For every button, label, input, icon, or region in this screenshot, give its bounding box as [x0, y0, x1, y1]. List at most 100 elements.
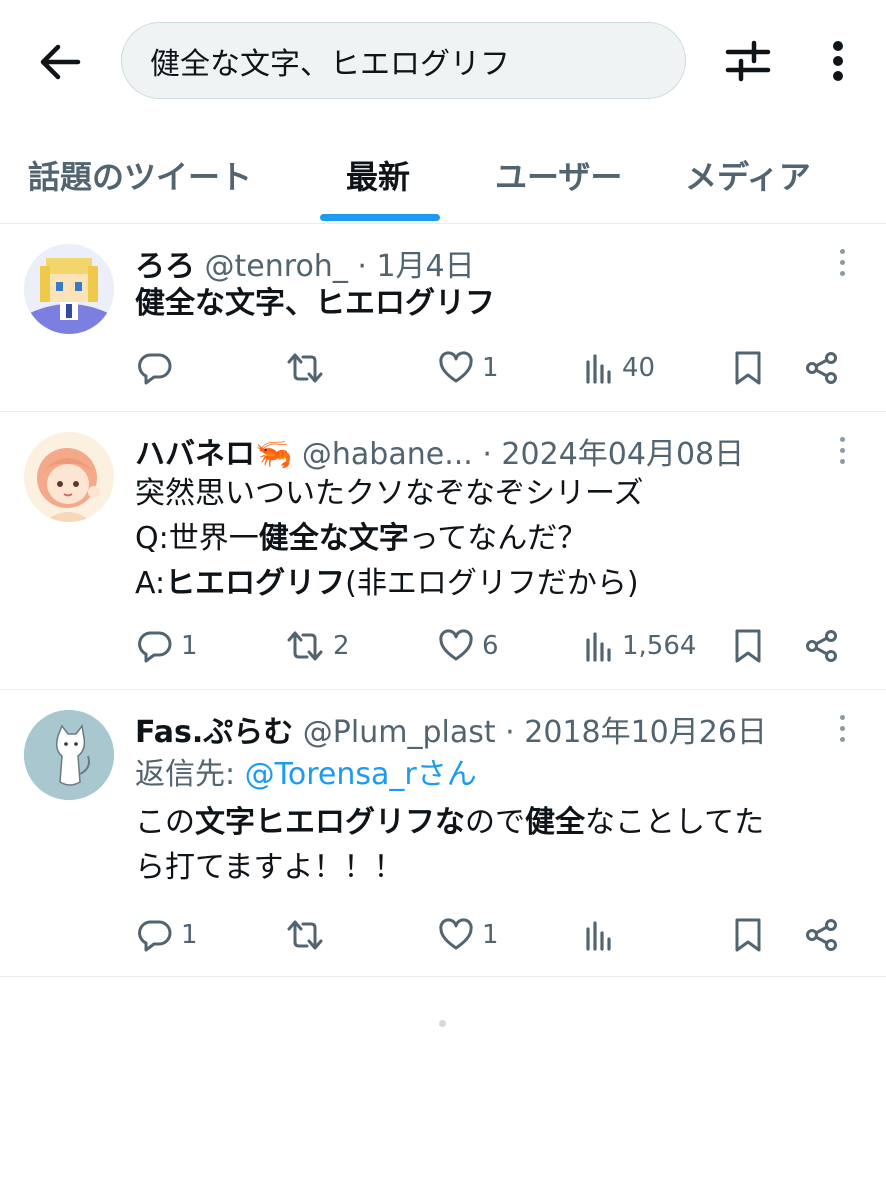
- share-button[interactable]: [805, 913, 839, 957]
- tweet-header: ハバネロ🦐 @habane... · 2024年04月08日: [135, 429, 744, 473]
- like-count: 6: [482, 631, 499, 661]
- tweet-line: A:ヒエログリフ(非エログリフだから): [135, 561, 644, 606]
- tweet-line: Q:世界一健全な文字ってなんだ？: [135, 516, 644, 561]
- bar-chart-icon: [586, 921, 611, 951]
- like-button[interactable]: 1: [438, 913, 499, 957]
- retweet-icon: [287, 353, 323, 383]
- tab-media[interactable]: メディア: [685, 152, 811, 198]
- search-query: 健全な文字、ヒエログリフ: [150, 46, 510, 82]
- tweet-text: 突然思いついたクソなぞなぞシリーズ Q:世界一健全な文字ってなんだ？ A:ヒエロ…: [135, 471, 644, 606]
- text-run: この: [135, 805, 195, 840]
- tweet-date[interactable]: · 1月4日: [357, 249, 474, 284]
- tweet-menu-button[interactable]: [826, 242, 858, 282]
- text-run: ので: [465, 805, 525, 840]
- reply-count: 1: [181, 920, 198, 950]
- avatar[interactable]: [24, 432, 114, 522]
- view-count: 40: [622, 353, 656, 383]
- tweet-header: Fas.ぷらむ @Plum_plast · 2018年10月26日: [135, 707, 767, 751]
- retweet-icon: [287, 631, 323, 661]
- reply-label: 返信先:: [135, 757, 236, 792]
- like-count: 1: [482, 920, 499, 950]
- more-options-button[interactable]: [816, 36, 860, 86]
- text-run: ってなんだ？: [408, 521, 588, 556]
- reply-bubble-icon: [138, 631, 172, 663]
- retweet-button[interactable]: 2: [285, 624, 350, 668]
- tweet-menu-button[interactable]: [826, 430, 858, 470]
- display-name[interactable]: ろろ: [135, 249, 195, 284]
- tweet-date[interactable]: · 2024年04月08日: [482, 437, 744, 472]
- reply-mention-link[interactable]: @Torensa_rさん: [245, 757, 477, 792]
- views-button[interactable]: 40: [584, 346, 655, 390]
- text-run: (非エログリフだから): [345, 566, 639, 601]
- cat-drawing-avatar: [24, 710, 114, 800]
- heart-icon: [439, 351, 473, 383]
- share-button[interactable]: [805, 624, 839, 668]
- vertical-dots-icon: [833, 41, 843, 81]
- tweet-line: 突然思いついたクソなぞなぞシリーズ: [135, 471, 644, 516]
- text-run-bold: 健全な文字: [258, 521, 409, 556]
- tweet[interactable]: ハバネロ🦐 @habane... · 2024年04月08日 突然思いついたクソ…: [0, 412, 886, 690]
- tab-latest[interactable]: 最新: [346, 152, 410, 198]
- reply-bubble-icon: [138, 920, 172, 952]
- like-button[interactable]: 1: [438, 346, 499, 390]
- anime-girl-avatar: [24, 432, 114, 522]
- text-run-bold: 健全: [525, 805, 585, 840]
- tweet-menu-button[interactable]: [826, 708, 858, 748]
- user-handle[interactable]: @tenroh_: [205, 249, 348, 284]
- like-count: 1: [482, 353, 499, 383]
- active-tab-indicator: [320, 214, 440, 221]
- text-run-bold: ヒエログリフ: [165, 566, 346, 601]
- avatar[interactable]: [24, 710, 114, 800]
- reply-button[interactable]: 1: [137, 913, 198, 957]
- text-run-bold: 文字ヒエログリフな: [195, 805, 465, 840]
- reply-bubble-icon: [138, 353, 172, 385]
- text-run: なことしてた: [585, 805, 765, 840]
- bookmark-icon: [735, 629, 761, 663]
- search-input[interactable]: 健全な文字、ヒエログリフ: [121, 22, 686, 99]
- tweet[interactable]: ろろ @tenroh_ · 1月4日 健全な文字、ヒエログリフ 1 40: [0, 224, 886, 412]
- text-run: 突然思いついたクソなぞなぞシリーズ: [135, 476, 644, 511]
- share-button[interactable]: [805, 346, 839, 390]
- share-icon: [806, 919, 837, 951]
- reply-context: 返信先: @Torensa_rさん: [135, 752, 477, 797]
- text-run: Q:世界一: [135, 521, 259, 556]
- sliders-icon: [725, 40, 771, 82]
- reply-button[interactable]: [137, 346, 181, 390]
- bookmark-button[interactable]: [733, 624, 763, 668]
- views-button[interactable]: 1,564: [584, 624, 696, 668]
- tweet-date[interactable]: · 2018年10月26日: [505, 715, 767, 750]
- text-run: A:: [135, 566, 166, 601]
- share-icon: [806, 352, 837, 384]
- share-icon: [806, 630, 837, 662]
- like-button[interactable]: 6: [438, 624, 499, 668]
- avatar[interactable]: [24, 244, 114, 334]
- retweet-button[interactable]: [285, 913, 333, 957]
- tweet-line: ら打てますよ！！！: [135, 845, 764, 890]
- tweet[interactable]: Fas.ぷらむ @Plum_plast · 2018年10月26日 返信先: @…: [0, 690, 886, 977]
- views-button[interactable]: [584, 913, 622, 957]
- user-handle[interactable]: @habane...: [302, 437, 473, 472]
- retweet-count: 2: [333, 631, 350, 661]
- heart-icon: [439, 629, 473, 661]
- bookmark-button[interactable]: [733, 913, 763, 957]
- bar-chart-icon: [586, 354, 611, 384]
- search-filter-button[interactable]: [720, 36, 776, 86]
- user-handle[interactable]: @Plum_plast: [303, 715, 496, 750]
- reply-count: 1: [181, 631, 198, 661]
- bookmark-button[interactable]: [733, 346, 763, 390]
- tweet-text-bold: 健全な文字、ヒエログリフ: [135, 286, 495, 321]
- search-tabs: 話題のツイート 最新 ユーザー メディア: [0, 122, 886, 224]
- retweet-icon: [287, 920, 323, 950]
- tab-users[interactable]: ユーザー: [495, 152, 622, 198]
- tweet-header: ろろ @tenroh_ · 1月4日: [135, 241, 475, 285]
- back-button[interactable]: [34, 38, 86, 86]
- bar-chart-icon: [586, 632, 611, 662]
- heart-icon: [439, 918, 473, 950]
- tab-top[interactable]: 話題のツイート: [28, 152, 252, 198]
- reply-button[interactable]: 1: [137, 624, 198, 668]
- text-run: ら打てますよ！！！: [135, 850, 404, 885]
- bookmark-icon: [735, 918, 761, 952]
- display-name[interactable]: ハバネロ🦐: [135, 437, 292, 472]
- retweet-button[interactable]: [285, 346, 333, 390]
- display-name[interactable]: Fas.ぷらむ: [135, 715, 293, 750]
